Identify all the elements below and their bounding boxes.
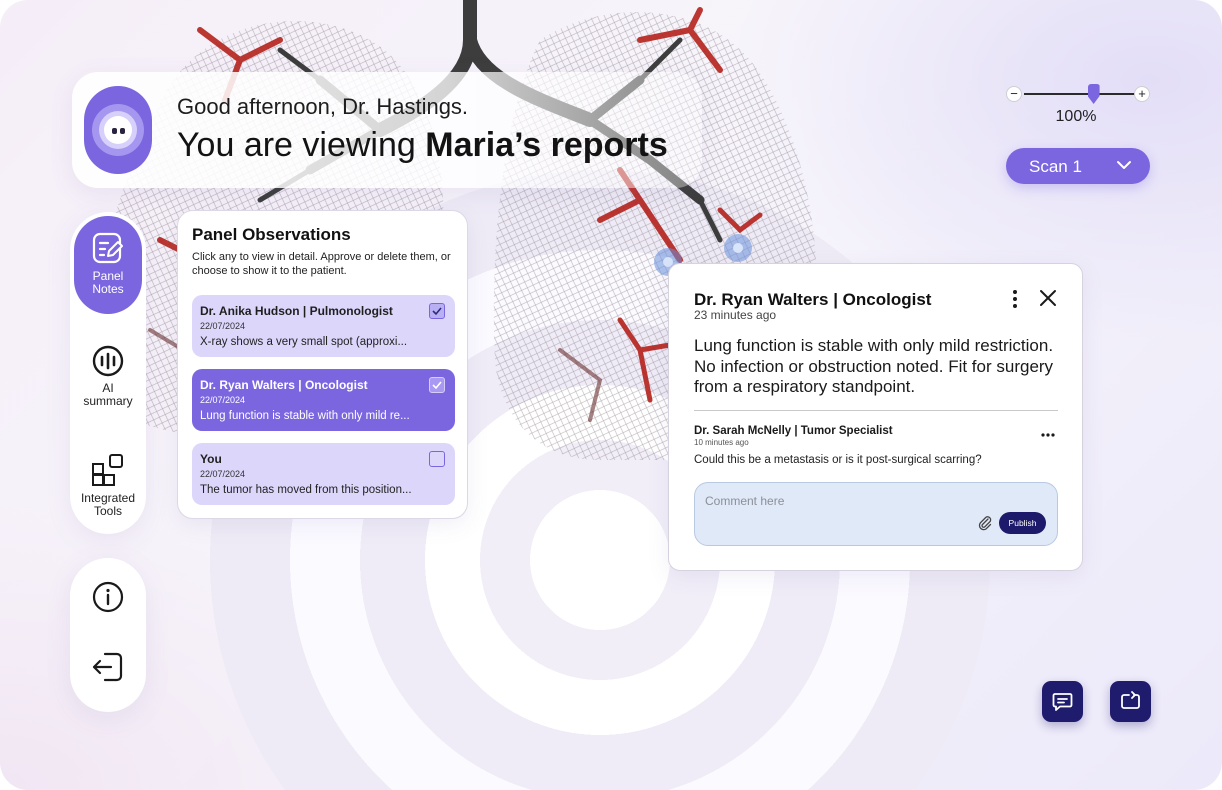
zoom-slider-track[interactable] <box>1024 84 1140 104</box>
sidebar-item-integrated-tools[interactable]: Integrated Tools <box>74 448 142 518</box>
sidebar-item-ai-summary[interactable]: AI summary <box>74 338 142 408</box>
greeting-text: Good afternoon, Dr. Hastings. <box>177 94 469 119</box>
observation-text: Lung function is stable with only mild r… <box>200 410 410 422</box>
observation-text: The tumor has moved from this position..… <box>200 484 412 496</box>
check-icon <box>432 381 442 390</box>
chevron-down-icon <box>1117 161 1131 169</box>
scan-select-label: Scan 1 <box>1029 157 1082 176</box>
sidebar-nav: Panel Notes AI summary Integrated Tools <box>70 212 146 534</box>
comment-box: Publish <box>694 482 1058 546</box>
logout-button[interactable] <box>74 650 142 688</box>
comment-text: Could this be a metastasis or is it post… <box>694 454 982 466</box>
integrated-tools-icon <box>92 454 123 486</box>
panel-observations: Panel Observations Click any to view in … <box>177 210 468 519</box>
scan-select[interactable]: Scan 1 <box>1006 148 1150 184</box>
sidebar-item-panel-notes[interactable]: Panel Notes <box>74 216 142 314</box>
rotate-button[interactable] <box>1110 681 1151 722</box>
observation-item[interactable]: Dr. Ryan Walters | Oncologist 22/07/2024… <box>192 369 455 431</box>
close-icon[interactable] <box>1039 289 1057 307</box>
zoom-in-button[interactable]: + <box>1134 86 1150 102</box>
scan-marker[interactable] <box>724 234 752 262</box>
paperclip-icon[interactable] <box>977 515 993 531</box>
panel-subtitle: Click any to view in detail. Approve or … <box>192 251 451 277</box>
comment-timestamp: 10 minutes ago <box>694 438 749 447</box>
info-button[interactable] <box>74 580 142 618</box>
observation-detail-card: Dr. Ryan Walters | Oncologist 23 minutes… <box>668 263 1083 571</box>
observation-author: You <box>200 452 222 466</box>
publish-button[interactable]: Publish <box>999 512 1046 534</box>
observation-item[interactable]: Dr. Anika Hudson | Pulmonologist 22/07/2… <box>192 295 455 357</box>
chat-button[interactable] <box>1042 681 1083 722</box>
more-vertical-icon[interactable] <box>1007 289 1023 309</box>
comment-input[interactable] <box>705 491 965 511</box>
assistant-avatar <box>84 86 152 174</box>
zoom-slider-thumb[interactable] <box>1087 84 1100 104</box>
detail-timestamp: 23 minutes ago <box>694 308 777 322</box>
observation-date: 22/07/2024 <box>200 321 246 331</box>
check-icon <box>432 307 442 316</box>
observation-author: Dr. Ryan Walters | Oncologist <box>200 378 368 392</box>
sidebar-secondary <box>70 558 146 712</box>
comment-author: Dr. Sarah McNelly | Tumor Specialist <box>694 425 893 437</box>
zoom-level-label: 100% <box>1055 108 1097 125</box>
viewing-title: You are viewing Maria’s reports <box>177 126 668 164</box>
detail-author: Dr. Ryan Walters | Oncologist <box>694 290 932 309</box>
chat-icon <box>1052 693 1073 711</box>
notes-icon <box>92 232 123 264</box>
rotate-icon <box>1121 691 1140 709</box>
detail-body: Lung function is stable with only mild r… <box>694 336 1054 396</box>
greeting-banner: Good afternoon, Dr. Hastings. You are vi… <box>72 72 702 188</box>
info-icon <box>92 581 124 613</box>
zoom-control: − + 100% <box>1004 84 1154 130</box>
observation-text: X-ray shows a very small spot (approxi..… <box>200 336 408 348</box>
more-horizontal-icon[interactable] <box>1041 432 1055 438</box>
logout-icon <box>92 652 123 682</box>
observation-checkbox[interactable] <box>429 303 445 319</box>
ai-summary-icon <box>92 345 124 377</box>
observation-item[interactable]: You 22/07/2024 The tumor has moved from … <box>192 443 455 505</box>
observation-date: 22/07/2024 <box>200 469 246 479</box>
divider <box>694 410 1058 411</box>
panel-title: Panel Observations <box>192 225 351 244</box>
observation-checkbox[interactable] <box>429 451 445 467</box>
observation-checkbox[interactable] <box>429 377 445 393</box>
observation-date: 22/07/2024 <box>200 395 246 405</box>
zoom-out-button[interactable]: − <box>1006 86 1022 102</box>
app-frame: Good afternoon, Dr. Hastings. You are vi… <box>0 0 1222 790</box>
observation-author: Dr. Anika Hudson | Pulmonologist <box>200 304 393 318</box>
